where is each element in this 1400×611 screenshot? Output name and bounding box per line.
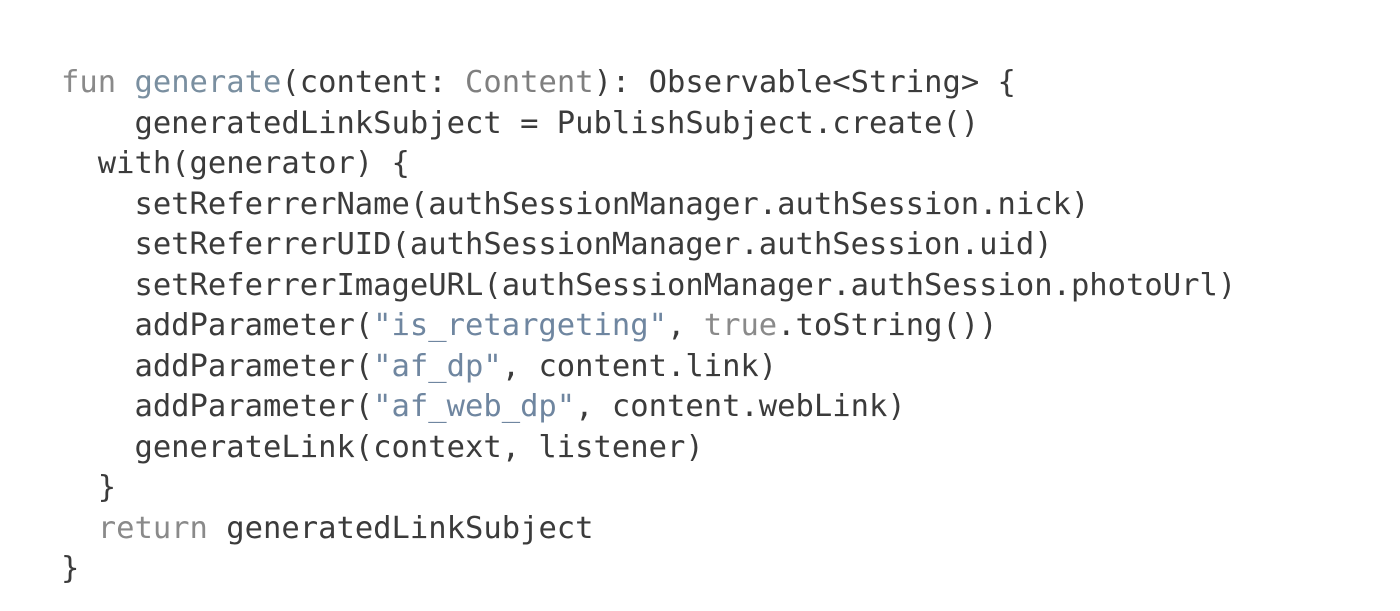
- code-token-plain: addParameter(: [61, 348, 374, 384]
- code-token-plain: , content.webLink): [575, 389, 906, 424]
- code-token-keyword: fun: [61, 65, 117, 100]
- code-line: with(generator) {: [61, 144, 410, 184]
- code-token-plain: setReferrerUID(authSessionManager.authSe…: [61, 227, 1053, 262]
- code-line: fun generate(content: Content): Observab…: [61, 63, 1016, 103]
- code-line: return generatedLinkSubject: [61, 509, 594, 549]
- code-token-plain: ,: [666, 308, 704, 343]
- code-token-string: "af_dp": [373, 348, 502, 384]
- code-line: addParameter("is_retargeting", true.toSt…: [61, 306, 998, 346]
- code-token-plain: ): Observable<String> {: [593, 65, 1016, 100]
- code-token-type: Content: [465, 65, 594, 100]
- code-token-keyword: true: [703, 308, 778, 343]
- code-line: generateLink(context, listener): [61, 428, 704, 468]
- code-token-plain: }: [61, 551, 80, 586]
- code-token-plain: addParameter(: [61, 389, 374, 424]
- code-token-plain: (content:: [281, 65, 466, 100]
- code-token-plain: }: [61, 470, 117, 505]
- code-token-string: "af_web_dp": [373, 389, 576, 424]
- code-line: setReferrerUID(authSessionManager.authSe…: [61, 225, 1053, 265]
- code-line: setReferrerName(authSessionManager.authS…: [61, 185, 1089, 225]
- code-line: addParameter("af_dp", content.link): [61, 347, 777, 387]
- code-token-func: generate: [134, 65, 282, 100]
- code-token-plain: generatedLinkSubject: [207, 510, 594, 546]
- code-token-plain: .toString()): [777, 308, 998, 343]
- code-token-string: "is_retargeting": [373, 308, 667, 343]
- code-line: setReferrerImageURL(authSessionManager.a…: [61, 266, 1236, 306]
- code-token-plain: generatedLinkSubject = PublishSubject.cr…: [61, 105, 980, 141]
- code-token-plain: setReferrerImageURL(authSessionManager.a…: [61, 267, 1237, 303]
- code-snippet: fun generate(content: Content): Observab…: [0, 0, 1400, 611]
- code-line: addParameter("af_web_dp", content.webLin…: [61, 387, 906, 427]
- code-token-keyword: return: [97, 510, 208, 546]
- code-token-plain: addParameter(: [61, 308, 374, 343]
- code-token-plain: generateLink(context, listener): [61, 429, 704, 465]
- code-token-plain: with(generator) {: [61, 146, 410, 181]
- code-line: generatedLinkSubject = PublishSubject.cr…: [61, 104, 979, 144]
- code-token-plain: setReferrerName(authSessionManager.authS…: [61, 186, 1090, 222]
- code-line: }: [61, 549, 79, 589]
- code-line: }: [61, 468, 116, 508]
- code-token-plain: , content.link): [501, 348, 778, 384]
